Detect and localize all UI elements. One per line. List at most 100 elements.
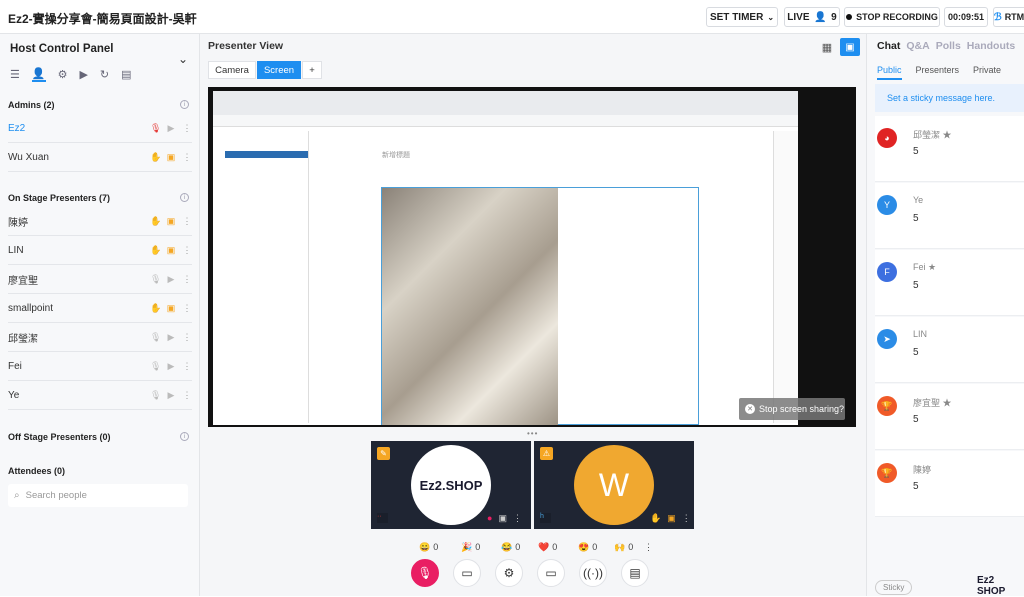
pin-icon[interactable]: ✎ (377, 447, 390, 460)
camera-icon[interactable]: ▶ (166, 123, 176, 134)
reaction-laugh[interactable]: 😂 0 (501, 538, 520, 556)
sticky-message-prompt[interactable]: Set a sticky message here. (875, 84, 1024, 112)
presenter-row[interactable]: 陳婷 ✋ ▣ ⋮ (8, 207, 192, 236)
presenter-row[interactable]: 邱瑩潔 🎙 ▶ ⋮ (8, 323, 192, 352)
people-icon[interactable]: 👤 (31, 67, 46, 82)
set-timer-button[interactable]: SET TIMER ⌄ (706, 7, 778, 27)
presenter-row[interactable]: LIN ✋ ▣ ⋮ (8, 236, 192, 265)
tab-qa[interactable]: Q&A (906, 40, 929, 52)
hand-icon[interactable]: ✋ (150, 245, 161, 256)
tab-add[interactable]: + (302, 61, 322, 79)
more-icon[interactable]: ⋮ (182, 332, 192, 343)
media-icon[interactable]: ▶ (79, 68, 87, 81)
tab-camera[interactable]: Camera (208, 61, 256, 79)
mic-muted-icon[interactable]: 🎙 (150, 332, 161, 343)
subtab-public[interactable]: Public (877, 65, 902, 80)
camera-icon[interactable]: ▶ (166, 361, 176, 372)
avatar: ➤ (877, 329, 897, 349)
tab-handouts[interactable]: Handouts (967, 40, 1015, 52)
logo-text: Ez2.SHOP (419, 477, 483, 493)
more-icon[interactable]: ⋮ (182, 361, 192, 372)
camera-off-icon[interactable]: ▣ (667, 513, 676, 524)
more-icon[interactable]: ⋮ (182, 216, 192, 227)
presenter-row[interactable]: Fei 🎙 ▶ ⋮ (8, 352, 192, 381)
search-people-box[interactable]: ⌕ Search people (8, 484, 188, 507)
camera-button[interactable]: ▭ (453, 559, 481, 587)
hand-icon[interactable]: ✋ (150, 152, 161, 163)
admin-row[interactable]: Wu Xuan ✋ ▣ ⋮ (8, 143, 192, 172)
mic-muted-icon[interactable]: ● (487, 513, 492, 524)
presenter-row[interactable]: smallpoint ✋ ▣ ⋮ (8, 294, 192, 323)
camera-off-icon[interactable]: ▣ (166, 216, 176, 227)
avatar: F (877, 262, 897, 282)
more-icon[interactable]: ⋮ (182, 303, 192, 314)
hand-icon[interactable]: ✋ (150, 216, 161, 227)
live-indicator: LIVE 👤 9 (784, 7, 840, 27)
tab-chat[interactable]: Chat (877, 40, 900, 52)
refresh-icon[interactable]: ↻ (100, 68, 109, 81)
camera-icon[interactable]: ▶ (166, 332, 176, 343)
broadcast-button[interactable]: ((·)) (579, 559, 607, 587)
more-icon[interactable]: ⋮ (182, 245, 192, 256)
love-icon: 😍 (578, 541, 590, 552)
share-screen-button[interactable]: ▭ (537, 559, 565, 587)
resize-handle[interactable]: ••• (527, 429, 538, 438)
camera-icon[interactable]: ▶ (166, 274, 176, 285)
tiger-image (382, 188, 558, 425)
hand-icon[interactable]: ✋ (150, 303, 161, 314)
more-reactions-icon[interactable]: ⋮ (644, 538, 653, 556)
info-icon[interactable]: i (180, 432, 189, 441)
mute-mic-button[interactable]: 🎙 (411, 559, 439, 587)
reaction-clap[interactable]: 🙌 0 (614, 538, 633, 556)
settings-button[interactable]: ⚙ (495, 559, 523, 587)
more-icon[interactable]: ⋮ (182, 152, 192, 163)
hand-icon[interactable]: ✋ (650, 513, 661, 524)
info-icon[interactable]: i (180, 193, 189, 202)
info-icon[interactable]: i (180, 100, 189, 109)
more-icon[interactable]: ⋮ (182, 274, 192, 285)
sticky-button[interactable]: Sticky (875, 580, 913, 595)
tile-view-icon[interactable]: ▣ (840, 38, 860, 56)
presenter-name: Fei (8, 360, 22, 372)
subtab-presenters[interactable]: Presenters (916, 65, 960, 80)
mic-muted-icon[interactable]: 🎙 (150, 390, 161, 401)
video-tile[interactable]: ✎ Ez2.SHOP ·· ● ▣ ⋮ (371, 441, 531, 529)
chat-panel: Chat Q&A Polls Handouts Public Presenter… (866, 34, 1024, 597)
camera-off-icon[interactable]: ▣ (166, 152, 176, 163)
reaction-heart[interactable]: ❤️ 0 (538, 538, 557, 556)
clap-icon: 🙌 (614, 541, 626, 552)
message-author: Ye (913, 195, 924, 205)
camera-icon[interactable]: ▶ (166, 390, 176, 401)
stop-sharing-button[interactable]: ✕ Stop screen sharing? (739, 398, 845, 420)
tab-screen[interactable]: Screen (257, 61, 301, 79)
rtm-indicator[interactable]: ℬ RTM (993, 7, 1024, 27)
presenter-row[interactable]: Ye 🎙 ▶ ⋮ (8, 381, 192, 410)
grid-view-icon[interactable]: ▦ (818, 38, 836, 56)
subtab-private[interactable]: Private (973, 65, 1001, 80)
mic-muted-icon[interactable]: 🎙 (150, 361, 161, 372)
stop-recording-button[interactable]: STOP RECORDING (844, 7, 940, 27)
mic-muted-icon[interactable]: 🎙 (150, 274, 161, 285)
presenter-row[interactable]: 廖宜聖 🎙 ▶ ⋮ (8, 265, 192, 294)
avatar: W (574, 445, 654, 525)
camera-off-icon[interactable]: ▣ (166, 245, 176, 256)
admin-row[interactable]: Ez2 🎙 ▶ ⋮ (8, 114, 192, 143)
more-icon[interactable]: ⋮ (182, 390, 192, 401)
tab-polls[interactable]: Polls (936, 40, 961, 52)
shared-screen[interactable]: 新增標題 ✕ Stop screen sharing? (208, 87, 856, 427)
reaction-smile[interactable]: 😀 0 (419, 538, 438, 556)
more-icon[interactable]: ⋮ (682, 513, 691, 524)
settings-icon[interactable]: ⚙ (58, 68, 68, 81)
heart-icon: ❤️ (538, 541, 550, 552)
camera-off-icon[interactable]: ▣ (166, 303, 176, 314)
more-icon[interactable]: ⋮ (182, 123, 192, 134)
more-icon[interactable]: ⋮ (513, 513, 522, 524)
reaction-party[interactable]: 🎉 0 (461, 538, 480, 556)
notes-icon[interactable]: ▤ (121, 68, 131, 81)
reaction-love[interactable]: 😍 0 (578, 538, 597, 556)
video-tile[interactable]: ⚠ W h ✋ ▣ ⋮ (534, 441, 694, 529)
camera-off-icon[interactable]: ▣ (498, 513, 507, 524)
chat-button[interactable]: ▤ (621, 559, 649, 587)
mic-icon[interactable]: 🎙 (150, 123, 161, 134)
layers-icon[interactable]: ☰ (10, 68, 20, 81)
